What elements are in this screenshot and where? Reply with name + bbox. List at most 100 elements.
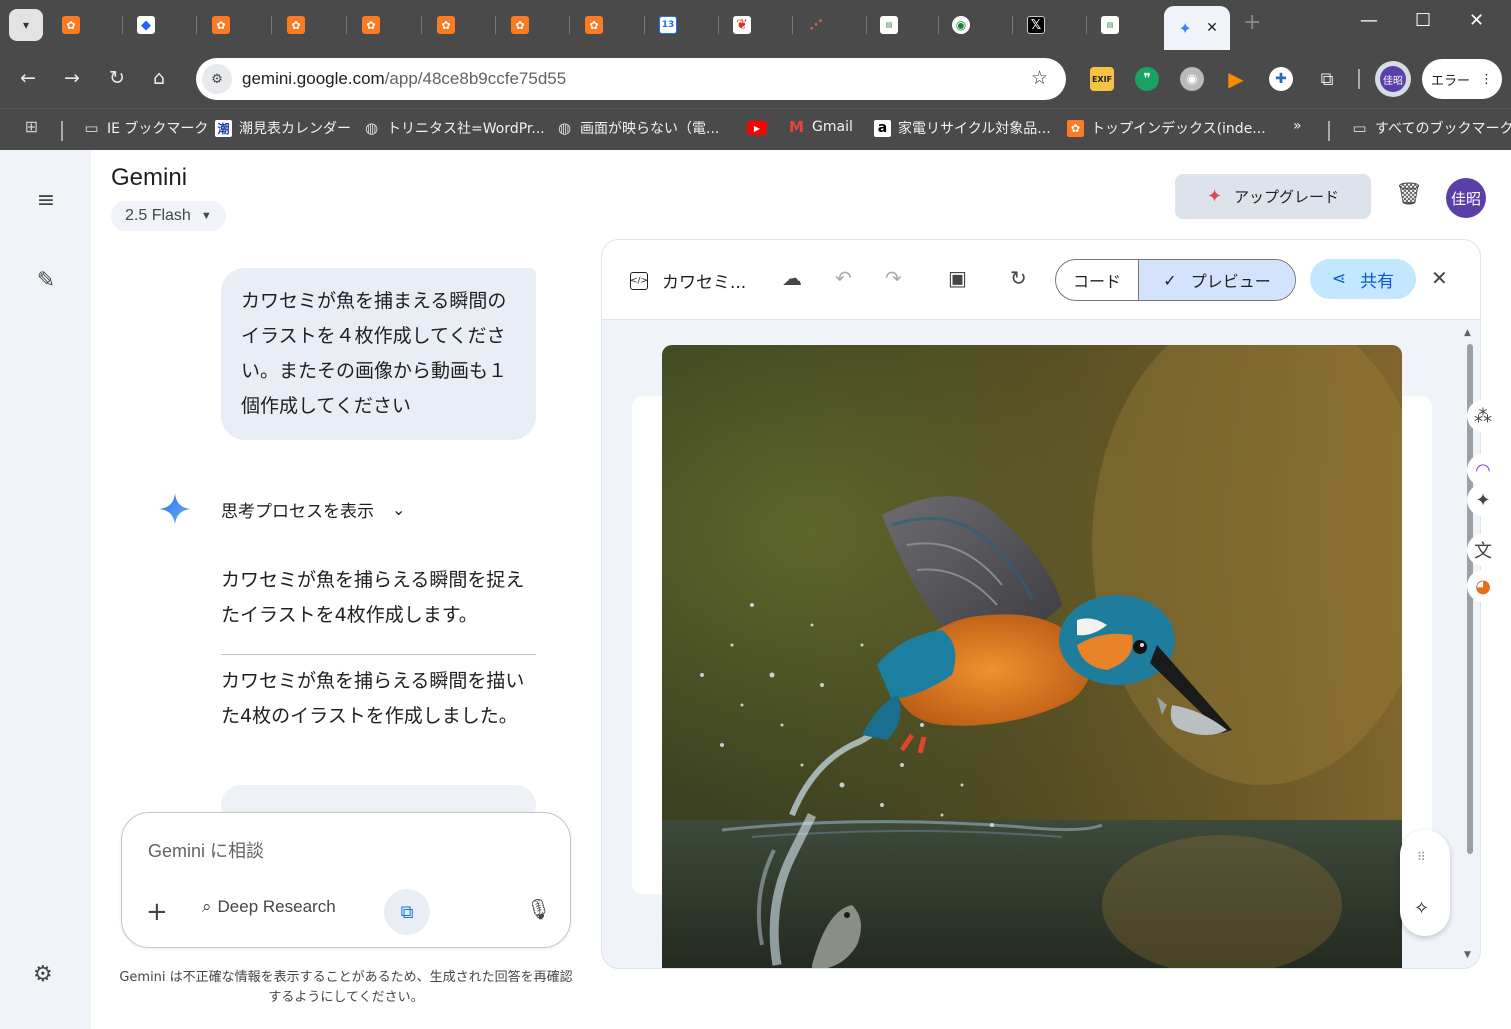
chevron-down-icon: ⌄ — [392, 500, 406, 519]
browser-tab[interactable]: ✿ — [281, 9, 311, 41]
code-tab[interactable]: コード — [1056, 260, 1139, 300]
browser-toolbar: ← → ↻ ⌂ ⚙ gemini.google.com/app/48ce8b9c… — [0, 50, 1511, 108]
redo-icon[interactable]: ↷ — [885, 266, 902, 290]
home-icon[interactable]: ⌂ — [153, 67, 165, 89]
avatar[interactable]: 佳昭 — [1446, 178, 1486, 218]
bookmark-item-gmail[interactable]: M Gmail — [788, 118, 853, 136]
divider — [221, 654, 536, 655]
quote-icon[interactable]: ❞ — [1135, 67, 1159, 91]
xampp-icon: ✿ — [511, 16, 529, 34]
show-thinking-button[interactable]: 思考プロセスを表示 ⌄ — [221, 497, 405, 522]
minimize-icon[interactable]: — — [1360, 10, 1378, 31]
bookmarks-bar: ⊞ ▭ IE ブックマーク 潮潮見表カレンダー ◍ トリニタス社=WordPr...… — [0, 108, 1511, 150]
browser-tab-active[interactable]: ✦ ✕ — [1164, 6, 1230, 50]
code-preview-toggle: コード ✓ プレビュー — [1055, 259, 1296, 301]
tab-separator — [1086, 16, 1087, 34]
sparkles-icon[interactable]: ✦ — [1467, 484, 1499, 516]
gemini-spark-icon: ✦ — [1178, 18, 1192, 38]
toolbar-separator — [1358, 69, 1360, 89]
bookmark-item[interactable]: ✿ トップインデックス(inde... — [1067, 118, 1266, 138]
preview-tab[interactable]: ✓ プレビュー — [1139, 260, 1295, 300]
microphone-icon[interactable]: 🎙 — [526, 897, 551, 921]
browser-tab[interactable]: ▤ — [1095, 9, 1125, 41]
browser-tab[interactable]: ✿ — [356, 9, 386, 41]
all-bookmarks-button[interactable]: ▭ すべてのブックマーク — [1351, 118, 1511, 138]
bookmark-label: Gmail — [812, 118, 853, 135]
browser-tab[interactable]: ✿ — [206, 9, 236, 41]
add-icon[interactable]: + — [146, 897, 168, 927]
browser-tab[interactable]: ✿ — [579, 9, 609, 41]
caret-down-icon: ▼ — [200, 210, 212, 222]
upgrade-button[interactable]: ✦ アップグレード — [1175, 174, 1371, 219]
console-icon[interactable]: ▣ — [948, 266, 967, 290]
tab-separator — [346, 16, 347, 34]
forward-icon[interactable]: → — [64, 67, 80, 89]
prompt-composer[interactable]: Gemini に相談 + ⌕ Deep Research ⧉ 🎙 — [121, 812, 571, 948]
browser-tab[interactable]: ✿ — [505, 9, 535, 41]
folder-icon: ▭ — [84, 119, 99, 137]
cloud-save-icon[interactable]: ☁ — [782, 266, 802, 290]
back-icon[interactable]: ← — [20, 67, 36, 89]
apps-spark-icon[interactable]: ⁂ — [1467, 400, 1499, 432]
bookmark-item[interactable]: ▭ IE ブックマーク — [83, 118, 208, 138]
browser-tab[interactable]: ✿ — [56, 9, 86, 41]
bookmark-star-icon[interactable]: ☆ — [1031, 67, 1048, 89]
main-menu-icon[interactable]: ≡ — [30, 184, 62, 216]
error-menu-button[interactable]: エラー ⋮ — [1422, 59, 1502, 99]
magic-edit-icon[interactable]: ✧ — [1414, 898, 1429, 919]
profile-button[interactable]: 佳昭 — [1375, 61, 1411, 97]
code-label: コード — [1072, 272, 1121, 291]
scroll-up-arrow[interactable]: ▲ — [1464, 328, 1471, 338]
browser-tab[interactable]: ▤ — [874, 9, 904, 41]
browser-tab[interactable]: ◉ — [946, 9, 976, 41]
translate-icon[interactable]: 文 — [1467, 534, 1499, 566]
bookmark-item[interactable]: 潮潮見表カレンダー — [215, 118, 351, 138]
delete-icon[interactable]: 🗑 — [1395, 182, 1423, 207]
tab-strip: ▾ ✿ ◆ ✿ ✿ ✿ ✿ ✿ ✿ 13 ❦ ⋰ ▤ ◉ 𝕏 ▤ ✦ ✕ + —… — [0, 0, 1511, 50]
new-chat-icon[interactable]: ✎ — [30, 264, 62, 296]
close-icon[interactable]: ✕ — [1431, 266, 1448, 290]
scroll-down-arrow[interactable]: ▼ — [1464, 950, 1471, 960]
browser-tab[interactable]: 𝕏 — [1021, 9, 1051, 41]
settings-icon[interactable]: ⚙ — [33, 962, 53, 987]
site-info-icon[interactable]: ⚙ — [202, 64, 232, 94]
browser-tab[interactable]: ❦ — [727, 9, 757, 41]
play-icon[interactable]: ▶ — [1224, 67, 1248, 91]
canvas-toggle-button[interactable]: ⧉ — [384, 889, 430, 935]
puzzle-icon[interactable]: ⧉ — [1315, 67, 1339, 91]
headset-icon[interactable]: ◠ — [1467, 454, 1499, 486]
bookmarks-overflow-button[interactable]: » — [1293, 118, 1302, 134]
undo-icon[interactable]: ↶ — [835, 266, 852, 290]
gear-icon[interactable]: ✚ — [1269, 67, 1293, 91]
bookmark-item[interactable]: ◍ 画面が映らない（電... — [556, 118, 719, 138]
bookmark-item[interactable]: ◍ トリニタス社=WordPr... — [363, 118, 545, 138]
reload-icon[interactable]: ↻ — [109, 67, 125, 89]
canvas-doc-title[interactable]: </> カワセミ... — [630, 268, 746, 293]
check-icon: ✓ — [1163, 270, 1177, 290]
bookmark-item-youtube[interactable]: ▶ — [747, 121, 767, 135]
refresh-icon[interactable]: ↻ — [1010, 266, 1027, 290]
share-button[interactable]: ⋖ 共有 — [1310, 259, 1416, 299]
response-text: カワセミが魚を捕らえる瞬間を描いた4枚のイラストを作成しました。 — [221, 670, 525, 727]
color-orb-icon[interactable]: ◕ — [1467, 570, 1499, 602]
browser-tab[interactable]: 13 — [653, 9, 683, 41]
bookmark-item[interactable]: a 家電リサイクル対象品... — [874, 118, 1051, 138]
deep-research-button[interactable]: ⌕ Deep Research — [202, 897, 336, 917]
prompt-input[interactable]: Gemini に相談 — [148, 837, 264, 863]
url-text[interactable]: gemini.google.com/app/48ce8b9ccfe75d55 — [242, 69, 566, 89]
atdoc-icon: ▤ — [1101, 16, 1119, 34]
exif-icon[interactable]: EXIF — [1090, 67, 1114, 91]
model-selector[interactable]: 2.5 Flash ▼ — [111, 201, 226, 231]
address-bar[interactable]: ⚙ gemini.google.com/app/48ce8b9ccfe75d55… — [196, 58, 1066, 100]
drag-handle-icon[interactable]: ⠿ — [1417, 850, 1426, 864]
close-icon[interactable]: ✕ — [1206, 20, 1218, 36]
apps-button[interactable]: ⊞ — [23, 117, 40, 136]
maximize-icon[interactable]: ☐ — [1415, 10, 1431, 31]
browser-tab[interactable]: ◆ — [131, 9, 161, 41]
browser-tab[interactable]: ✿ — [431, 9, 461, 41]
browser-tab[interactable]: ⋰ — [801, 9, 831, 41]
tab-search-button[interactable]: ▾ — [9, 9, 43, 41]
rss-icon[interactable]: ◉ — [1180, 67, 1204, 91]
new-tab-button[interactable]: + — [1243, 10, 1261, 35]
window-close-icon[interactable]: ✕ — [1469, 10, 1484, 31]
